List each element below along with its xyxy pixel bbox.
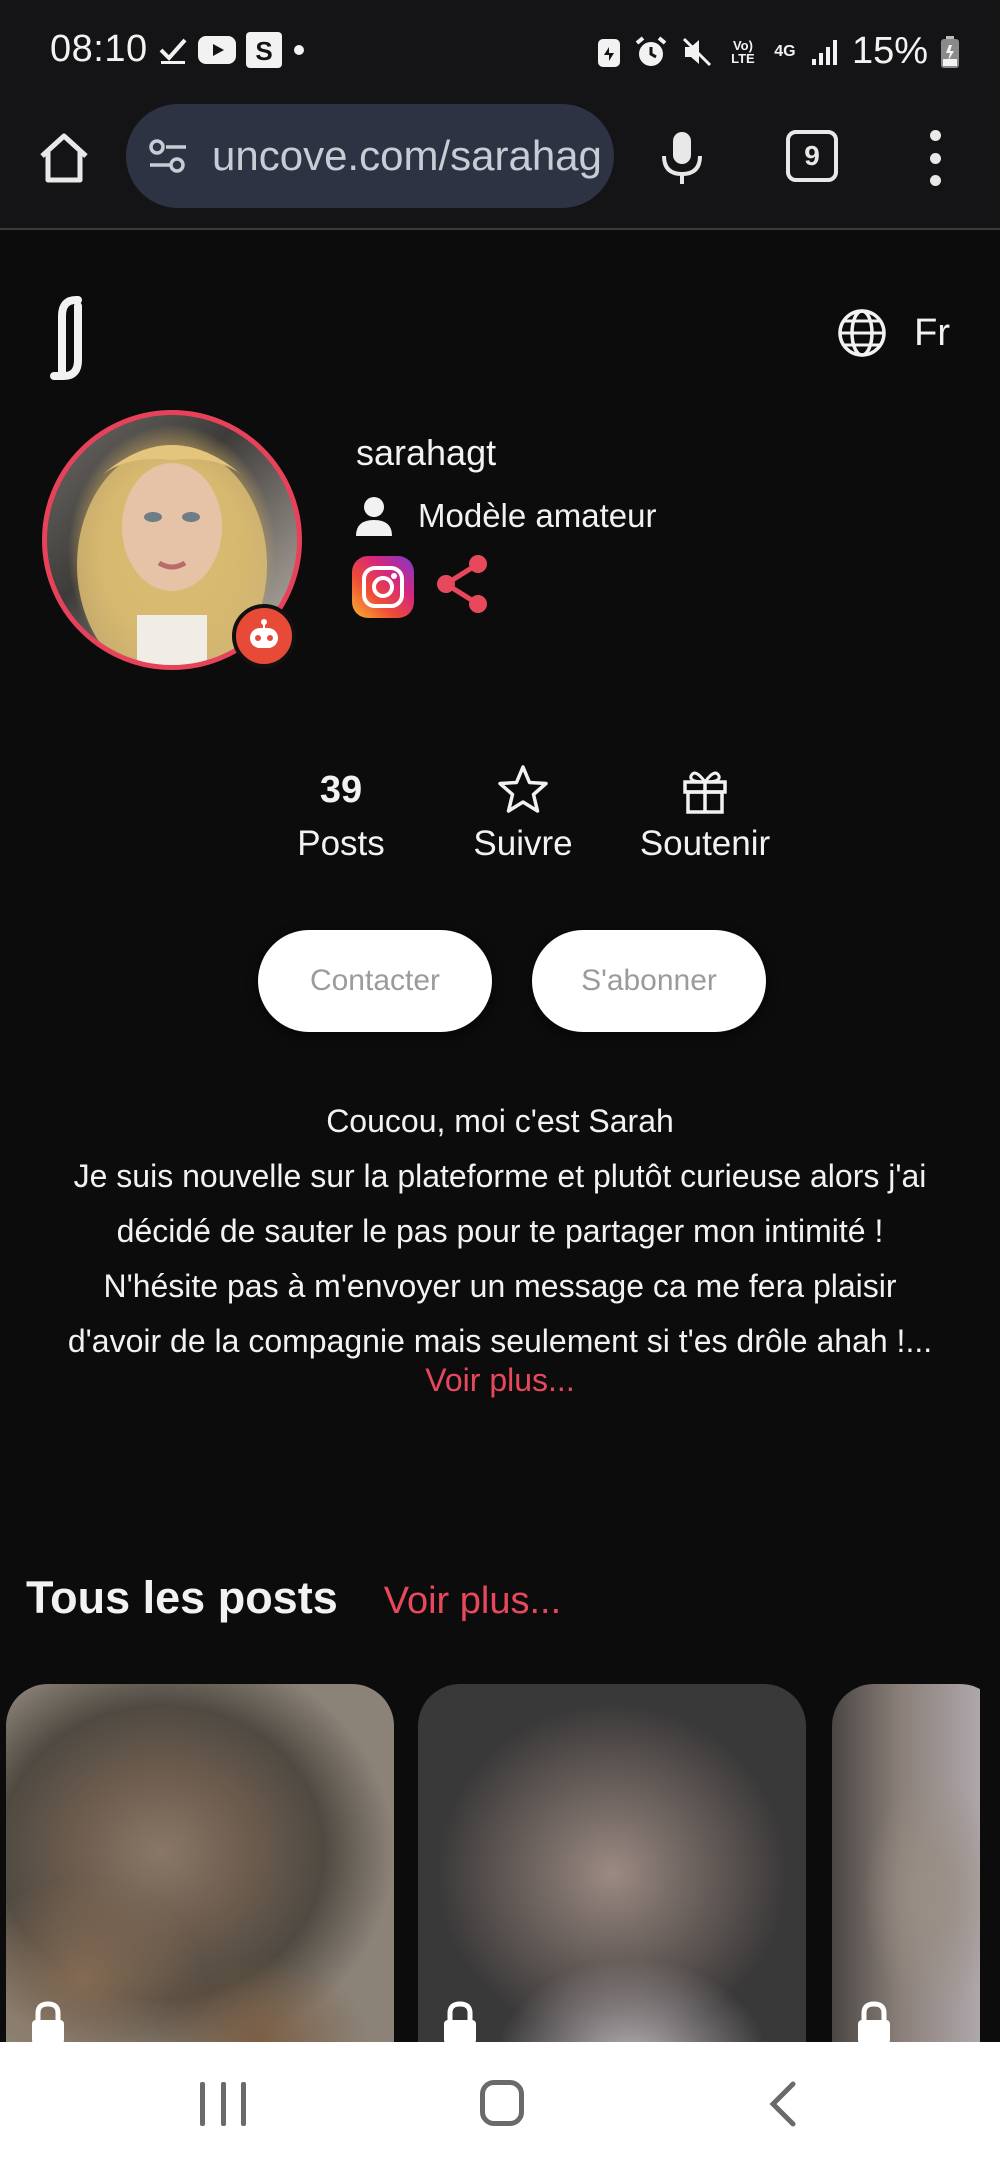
tab-switcher-button[interactable]: 9	[786, 130, 838, 182]
youtube-icon	[198, 36, 236, 64]
posts-carousel[interactable]	[6, 1684, 980, 2042]
creator-badge	[232, 604, 296, 668]
bio-line: Coucou, moi c'est Sarah	[326, 1103, 674, 1139]
profile-role: Modèle amateur	[352, 494, 656, 538]
dot-icon	[292, 43, 306, 57]
bio-see-more-link[interactable]: Voir plus...	[0, 1362, 1000, 1399]
status-time: 08:10	[50, 28, 148, 70]
support-button[interactable]: Soutenir	[614, 762, 796, 864]
stat-posts[interactable]: 39 Posts	[250, 762, 432, 864]
battery-icon	[940, 35, 960, 69]
star-icon	[498, 765, 548, 813]
lock-icon	[858, 2001, 890, 2042]
recent-apps-button[interactable]	[200, 2082, 246, 2126]
contact-button[interactable]: Contacter	[258, 930, 492, 1032]
browser-toolbar: uncove.com/sarahagt 9	[0, 100, 1000, 230]
person-icon	[356, 497, 392, 536]
battery-percentage: 15%	[851, 30, 928, 72]
bio-line: décidé de sauter le pas pour te partager…	[116, 1213, 884, 1249]
profile-actions: Contacter S'abonner	[258, 930, 766, 1032]
profile-avatar-container[interactable]	[42, 410, 302, 670]
lock-icon	[444, 2001, 476, 2042]
share-button[interactable]	[432, 552, 494, 621]
battery-saver-icon	[596, 35, 622, 69]
lock-icon	[32, 2001, 64, 2042]
volte-icon: Vo) LTE	[731, 37, 755, 66]
status-system-icons: Vo) LTE 4G 15%	[596, 30, 960, 73]
language-selector[interactable]: Fr	[836, 307, 950, 359]
role-label: Modèle amateur	[418, 497, 657, 534]
mute-icon	[680, 35, 714, 69]
post-thumbnail[interactable]	[418, 1684, 806, 2042]
profile-stats: 39 Posts Suivre Soutenir	[250, 762, 796, 864]
posts-count: 39	[319, 768, 363, 811]
back-button[interactable]	[765, 2080, 801, 2128]
system-navigation-bar	[0, 2042, 1000, 2167]
url-text[interactable]: uncove.com/sarahagt	[212, 132, 602, 180]
robot-icon	[250, 619, 278, 648]
posts-section-header: Tous les posts Voir plus...	[26, 1572, 561, 1624]
bio-line: d'avoir de la compagnie mais seulement s…	[67, 1323, 933, 1359]
profile-bio: Coucou, moi c'est Sarah Je suis nouvelle…	[20, 1094, 980, 1369]
microphone-icon	[662, 132, 702, 184]
address-bar[interactable]: uncove.com/sarahagt	[126, 104, 614, 208]
follow-button[interactable]: Suivre	[432, 762, 614, 864]
share-icon	[437, 555, 487, 613]
uncove-logo-icon	[50, 296, 82, 380]
follow-label: Suivre	[473, 824, 573, 863]
profile-page: Fr sarahagt Modèle amateur 39 Posts Suiv…	[0, 232, 1000, 2042]
checkmark-icon	[158, 35, 188, 65]
posts-section-title: Tous les posts	[26, 1572, 338, 1623]
post-thumbnail[interactable]	[6, 1684, 394, 2042]
language-label: Fr	[914, 311, 950, 354]
subscribe-button[interactable]: S'abonner	[532, 930, 766, 1032]
4g-icon: 4G	[774, 43, 796, 60]
recent-apps-icon	[200, 2082, 205, 2126]
site-logo[interactable]	[48, 292, 92, 382]
posts-see-more-link[interactable]: Voir plus...	[384, 1580, 561, 1623]
s-app-icon: S	[246, 32, 282, 68]
profile-username: sarahagt	[356, 432, 497, 473]
social-links	[352, 552, 494, 621]
home-button[interactable]	[34, 128, 94, 188]
home-icon	[40, 133, 88, 183]
menu-dot	[929, 175, 941, 186]
globe-icon	[838, 309, 886, 357]
posts-label: Posts	[297, 824, 385, 863]
browser-menu-button[interactable]	[920, 130, 950, 186]
menu-dot	[929, 130, 941, 141]
status-bar: 08:10 S Vo) LTE 4G 15%	[0, 0, 1000, 100]
alarm-icon	[634, 35, 668, 69]
voice-search-button[interactable]	[655, 128, 709, 188]
home-nav-button[interactable]	[480, 2080, 524, 2126]
post-thumbnail[interactable]	[832, 1684, 980, 2042]
gift-icon	[683, 771, 727, 814]
svg-text:S: S	[255, 36, 272, 66]
back-icon	[769, 2081, 796, 2127]
bio-line: N'hésite pas à m'envoyer un message ca m…	[103, 1268, 897, 1304]
instagram-icon[interactable]	[352, 555, 414, 618]
support-label: Soutenir	[639, 824, 771, 863]
site-settings-icon[interactable]	[146, 134, 190, 178]
signal-icon	[810, 37, 840, 67]
status-notification-icons: S	[158, 32, 306, 68]
menu-dot	[929, 152, 941, 164]
bio-line: Je suis nouvelle sur la plateforme et pl…	[73, 1158, 927, 1194]
